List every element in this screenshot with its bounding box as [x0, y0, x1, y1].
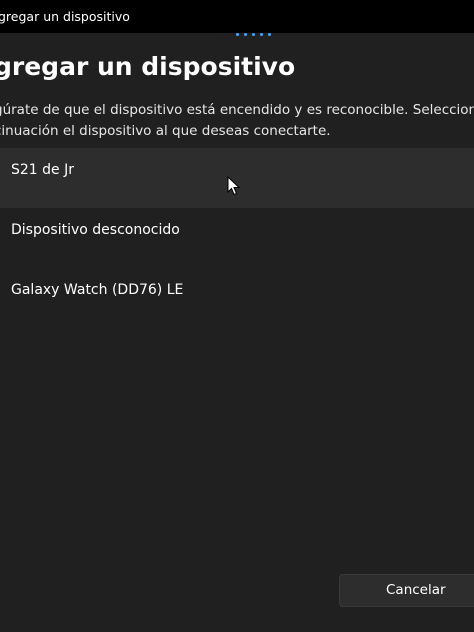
progress-dot: [252, 33, 255, 36]
mouse-pointer-icon: [227, 176, 241, 196]
instructions-line-2: cinuación el dispositivo al que deseas c…: [0, 123, 331, 139]
device-item-unknown[interactable]: Dispositivo desconocido: [0, 208, 474, 268]
progress-dot: [260, 33, 263, 36]
progress-dot: [236, 33, 239, 36]
scanning-progress-indicator: [236, 33, 271, 37]
dialog-title: gregar un dispositivo: [0, 52, 296, 81]
device-name: Dispositivo desconocido: [11, 222, 180, 238]
device-name: S21 de Jr: [11, 162, 74, 178]
device-name: Galaxy Watch (DD76) LE: [11, 282, 184, 298]
device-item-galaxy-watch[interactable]: Galaxy Watch (DD76) LE: [0, 268, 474, 328]
device-list: S21 de Jr Dispositivo desconocido Galaxy…: [0, 148, 474, 328]
window-title: gregar un dispositivo: [0, 9, 130, 24]
instructions-line-1: gúrate de que el dispositivo está encend…: [0, 102, 474, 118]
cancel-button[interactable]: Cancelar: [339, 574, 474, 607]
title-bar: gregar un dispositivo: [0, 0, 474, 33]
progress-dot: [268, 33, 271, 36]
instructions-text: gúrate de que el dispositivo está encend…: [0, 100, 474, 142]
progress-dot: [244, 33, 247, 36]
add-device-dialog: gregar un dispositivo gregar un disposit…: [0, 0, 474, 632]
